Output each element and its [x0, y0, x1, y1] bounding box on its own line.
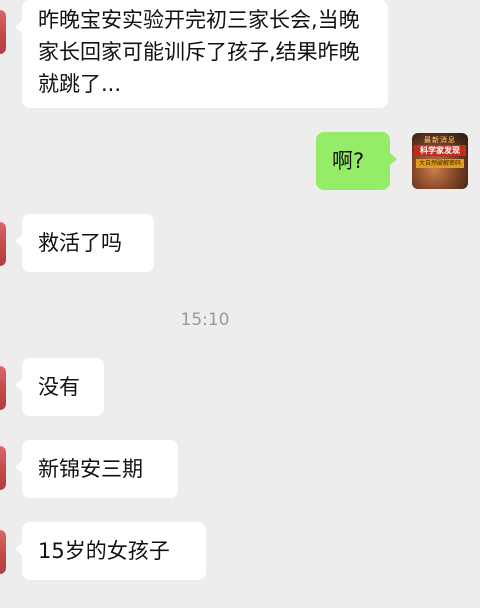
avatar-caption-mid: 科学家发现: [414, 145, 466, 156]
sender-avatar[interactable]: [0, 222, 6, 266]
message-text: 新锦安三期: [38, 457, 143, 481]
avatar-caption-low: 大自然破解密码: [416, 159, 464, 168]
sender-avatar[interactable]: [0, 366, 6, 410]
chat-area: 昨晚宝安实验开完初三家长会,当晚家长回家可能训斥了孩子,结果昨晚就跳了... 啊…: [0, 0, 480, 608]
message-bubble-received[interactable]: 新锦安三期: [15, 440, 178, 498]
message-text: 没有: [38, 375, 80, 399]
message-text: 昨晚宝安实验开完初三家长会,当晚家长回家可能训斥了孩子,结果昨晚就跳了...: [38, 8, 360, 96]
own-avatar[interactable]: 最新消息 科学家发现 大自然破解密码: [412, 133, 468, 189]
message-bubble-received[interactable]: 没有: [15, 358, 104, 416]
message-text: 救活了吗: [38, 231, 122, 255]
avatar-caption-top: 最新消息: [424, 136, 456, 144]
message-text: 啊?: [332, 149, 365, 173]
sender-avatar[interactable]: [0, 446, 6, 490]
sender-avatar[interactable]: [0, 530, 6, 574]
message-timestamp: 15:10: [180, 310, 230, 330]
sender-avatar[interactable]: [0, 10, 6, 54]
message-bubble-sent[interactable]: 啊?: [316, 132, 397, 190]
message-bubble-received[interactable]: 救活了吗: [15, 214, 154, 272]
message-text: 15岁的女孩子: [38, 539, 170, 563]
message-bubble-received[interactable]: 15岁的女孩子: [15, 522, 206, 580]
message-bubble-received[interactable]: 昨晚宝安实验开完初三家长会,当晚家长回家可能训斥了孩子,结果昨晚就跳了...: [15, 0, 388, 108]
